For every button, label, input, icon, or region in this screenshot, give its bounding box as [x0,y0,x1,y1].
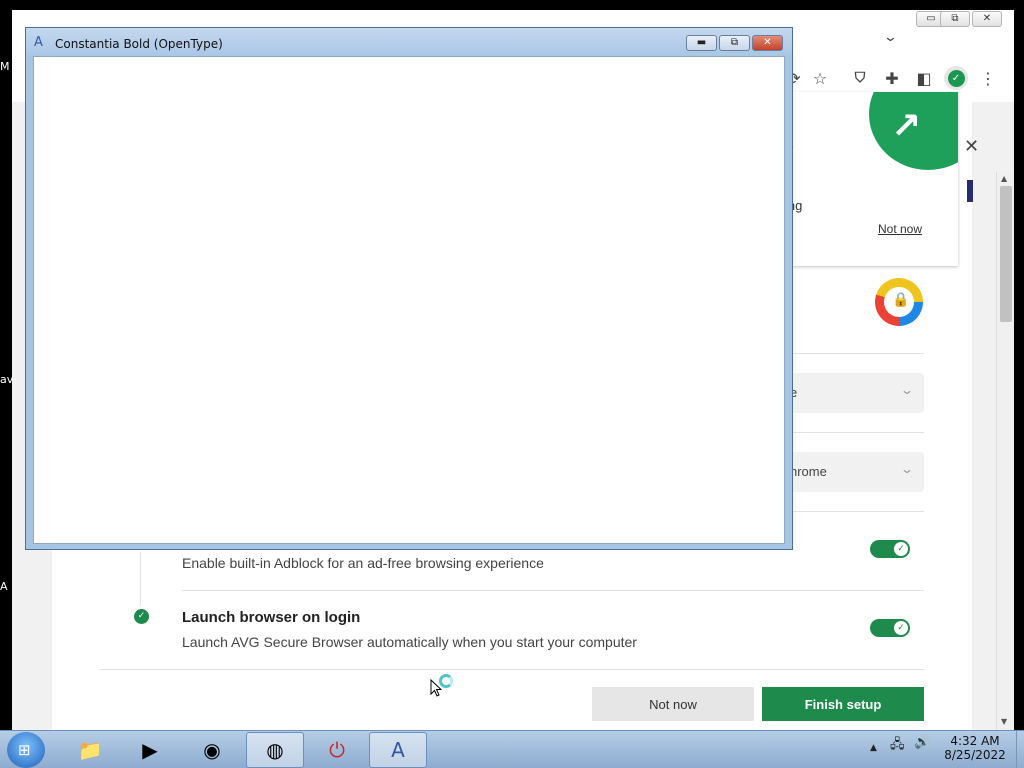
font-viewer-window: A Constantia Bold (OpenType) ▬ ⧉ ✕ [25,27,793,550]
launch-on-login-toggle[interactable]: ✓ [870,619,910,637]
volume-icon[interactable]: 🔊 [914,735,930,750]
taskbar: ⊞ 📁 ▶ ◉ ◍ ⏻ A ▲ 🖧 🔊 4:32 AM 8/25/2022 [0,730,1024,768]
divider [780,353,924,354]
avg-logo-icon: 🔒 [875,278,923,326]
network-icon[interactable]: 🖧 [890,735,905,757]
launch-on-login-title: Launch browser on login [182,609,361,626]
privacy-shield-icon[interactable]: ⛉ [848,66,872,90]
divider [100,669,924,670]
media-player-icon[interactable]: ▶ [121,732,179,768]
scrollbar-thumb[interactable] [1000,186,1012,322]
chrome-icon[interactable]: ◉ [183,732,241,768]
show-desktop-button[interactable] [1016,731,1024,768]
chevron-down-icon: ⌄ [899,383,915,397]
font-viewer-icon[interactable]: A [369,732,427,768]
start-button[interactable]: ⊞ [7,732,45,768]
clock-date: 8/25/2022 [944,748,1006,762]
font-preview-area [33,56,785,544]
font-viewer-titlebar[interactable]: A Constantia Bold (OpenType) ▬ ⧉ ✕ [26,28,792,56]
minimize-button[interactable]: ▬ [686,35,717,51]
not-now-button[interactable]: Not now [592,687,754,721]
star-icon[interactable]: ☆ [808,66,832,90]
scroll-down-icon[interactable]: ▼ [1001,717,1007,726]
avg-shield-icon[interactable]: ✓ [944,66,968,90]
extensions-icon[interactable]: ✚ [880,66,904,90]
font-viewer-title: Constantia Bold (OpenType) [55,37,223,51]
divider [182,590,924,591]
check-icon: ✓ [894,621,908,635]
dropdown-select[interactable]: hrome ⌄ [780,452,924,492]
file-explorer-icon[interactable]: 📁 [61,732,119,768]
adblock-description: Enable built-in Adblock for an ad-free b… [182,555,544,571]
font-icon: A [34,35,43,50]
arrow-up-right-icon: ↗ [891,106,922,147]
sidebar-icon[interactable]: ◧ [912,66,936,90]
close-button[interactable]: ✕ [972,11,1002,27]
restore-button[interactable]: ⧉ [719,35,750,51]
close-button[interactable]: ✕ [752,35,783,51]
chevron-down-icon: ⌄ [899,462,915,476]
avg-browser-icon[interactable]: ◍ [246,732,304,768]
step-connector [140,552,141,606]
popup-close-icon[interactable]: ✕ [964,136,979,157]
desktop-label: A [0,580,8,593]
desktop-label: M [0,60,10,73]
dropdown-value: hrome [790,464,827,479]
step-complete-icon: ✓ [134,609,149,624]
adblock-toggle[interactable]: ✓ [870,540,910,558]
divider [780,511,924,512]
divider [780,432,924,433]
show-hidden-icons-icon[interactable]: ▲ [870,743,877,753]
taskbar-clock[interactable]: 4:32 AM 8/25/2022 [940,734,1010,762]
banner-edge [967,180,973,202]
power-icon[interactable]: ⏻ [308,732,366,768]
scroll-up-icon[interactable]: ▲ [1001,174,1007,183]
menu-icon[interactable]: ⋮ [976,66,1000,90]
launch-on-login-description: Launch AVG Secure Browser automatically … [182,634,637,650]
clock-time: 4:32 AM [950,734,1000,748]
dropdown-select[interactable]: e ⌄ [780,373,924,413]
busy-spinner-icon [439,674,453,688]
popup-not-now-link[interactable]: Not now [878,222,922,236]
windows-logo-icon: ⊞ [18,741,31,759]
restore-button[interactable]: ⧉ [940,11,970,27]
finish-setup-button[interactable]: Finish setup [762,687,924,721]
check-icon: ✓ [894,542,908,556]
tab-list-chevron-icon[interactable]: ⌄ [883,30,898,45]
page-scrollbar[interactable]: ▲ ▼ [996,172,1014,730]
